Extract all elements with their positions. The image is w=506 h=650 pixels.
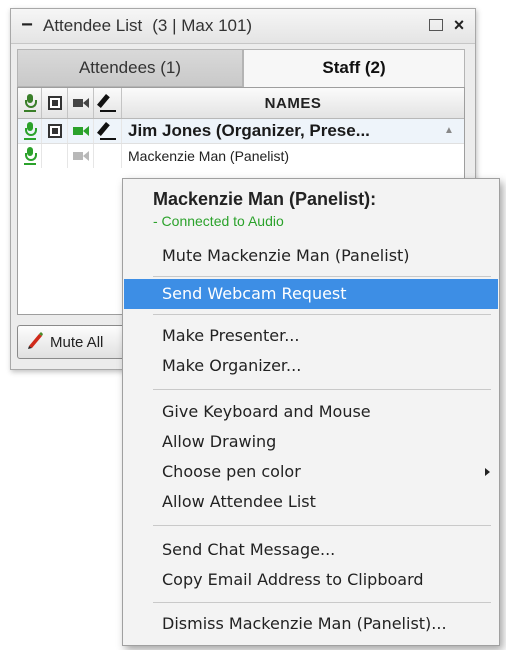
tab-attendees[interactable]: Attendees (1) [17, 49, 243, 87]
menu-participant-name: Mackenzie Man (Panelist): [153, 189, 377, 209]
microphone-icon [23, 122, 37, 140]
screen-status[interactable] [42, 119, 68, 143]
screen-status[interactable] [42, 144, 68, 168]
menu-item-dismiss[interactable]: Dismiss Mackenzie Man (Panelist)... [124, 609, 498, 639]
webcam-column-header[interactable] [68, 88, 94, 118]
participant-context-menu: Mackenzie Man (Panelist): - Connected to… [122, 178, 500, 646]
menu-item-send-webcam-request[interactable]: Send Webcam Request [124, 279, 498, 309]
pen-icon [99, 94, 116, 112]
submenu-arrow-icon [485, 468, 490, 476]
audio-status[interactable] [18, 144, 42, 168]
mute-pen-icon [26, 331, 44, 353]
menu-item-choose-pen-color-label: Choose pen color [162, 462, 301, 481]
collapse-panel-button[interactable]: − [19, 15, 35, 35]
webcam-icon [72, 98, 89, 108]
pen-icon [99, 122, 116, 140]
attendee-name: Jim Jones (Organizer, Prese... [128, 121, 370, 140]
panel-title-label: Attendee List [43, 16, 143, 35]
menu-item-allow-drawing[interactable]: Allow Drawing [124, 427, 498, 457]
audio-status[interactable] [18, 119, 42, 143]
scroll-up-arrow-icon[interactable]: ▲ [444, 125, 454, 136]
menu-divider [153, 314, 491, 315]
close-panel-button[interactable]: × [451, 16, 467, 34]
screen-share-icon [47, 124, 62, 138]
drawing-status[interactable] [94, 144, 122, 168]
menu-divider [153, 389, 491, 390]
menu-item-make-organizer[interactable]: Make Organizer... [124, 351, 498, 381]
panel-titlebar: − Attendee List (3 | Max 101) × [11, 9, 475, 44]
menu-item-copy-email[interactable]: Copy Email Address to Clipboard [124, 565, 498, 595]
tab-staff[interactable]: Staff (2) [243, 49, 465, 87]
webcam-status[interactable] [68, 119, 94, 143]
popout-icon[interactable] [429, 19, 443, 31]
list-row[interactable]: Jim Jones (Organizer, Prese... ▲ [18, 119, 464, 144]
list-row[interactable]: Mackenzie Man (Panelist) [18, 144, 464, 168]
menu-item-send-chat-message[interactable]: Send Chat Message... [124, 535, 498, 565]
audio-connection-status: - Connected to Audio [153, 213, 284, 229]
webcam-icon [72, 126, 89, 136]
attendee-name: Mackenzie Man (Panelist) [128, 148, 290, 164]
webcam-status[interactable] [68, 144, 94, 168]
attendee-count: (3 | Max 101) [152, 16, 253, 35]
menu-header: Mackenzie Man (Panelist): - Connected to… [153, 189, 376, 229]
menu-divider [153, 525, 491, 526]
webcam-icon [72, 151, 89, 161]
menu-item-give-keyboard-mouse[interactable]: Give Keyboard and Mouse [124, 397, 498, 427]
list-header: NAMES [18, 88, 464, 119]
menu-divider [153, 276, 491, 277]
menu-item-make-presenter[interactable]: Make Presenter... [124, 321, 498, 351]
menu-item-mute[interactable]: Mute Mackenzie Man (Panelist) [124, 241, 498, 271]
audio-column-header[interactable] [18, 88, 42, 118]
screen-share-icon [47, 96, 62, 110]
microphone-icon [23, 147, 37, 165]
menu-item-allow-attendee-list[interactable]: Allow Attendee List [124, 487, 498, 517]
drawing-column-header[interactable] [94, 88, 122, 118]
screen-column-header[interactable] [42, 88, 68, 118]
mute-all-label: Mute All [50, 333, 104, 351]
menu-divider [153, 602, 491, 603]
panel-title: Attendee List (3 | Max 101) [43, 9, 252, 43]
names-column-header[interactable]: NAMES [122, 88, 464, 118]
microphone-icon [23, 94, 37, 112]
drawing-status[interactable] [94, 119, 122, 143]
menu-item-choose-pen-color[interactable]: Choose pen color [124, 457, 498, 487]
